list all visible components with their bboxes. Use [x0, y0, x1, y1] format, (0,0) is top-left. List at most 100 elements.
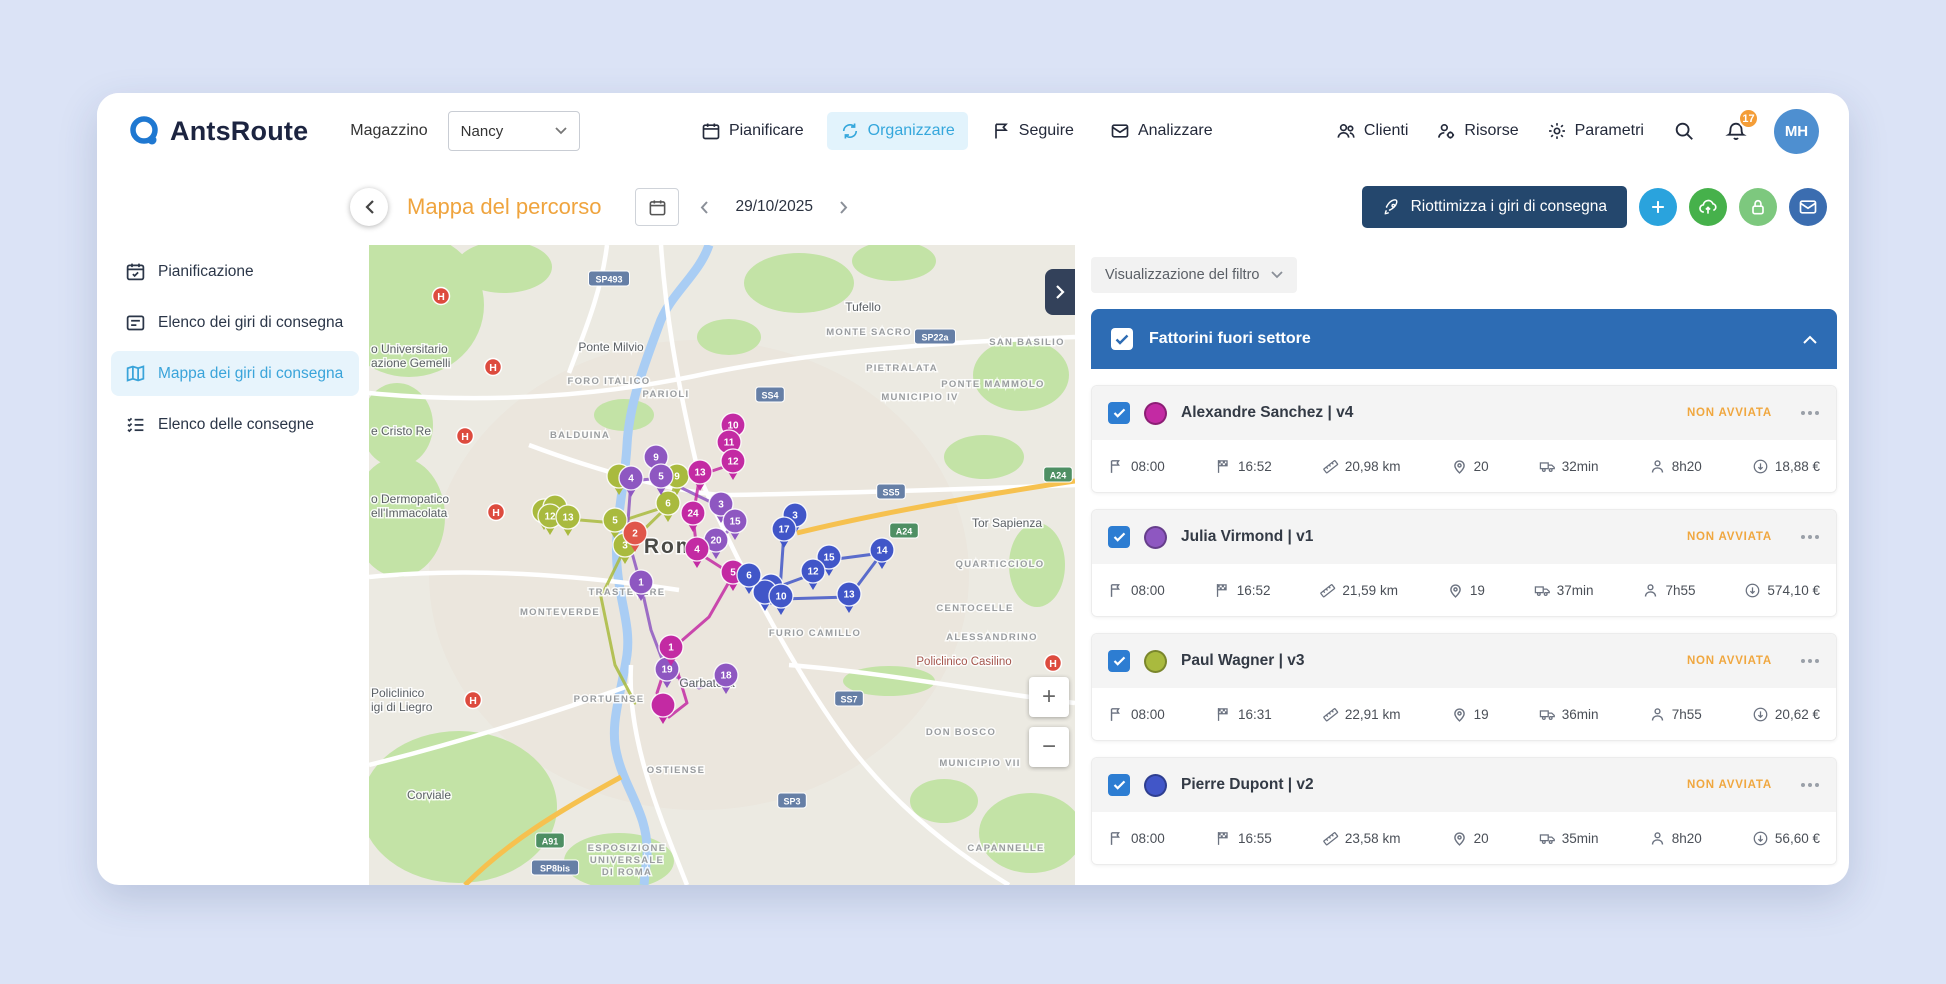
expand-panel-button[interactable]	[1045, 269, 1075, 315]
group-header-fattorini[interactable]: Fattorini fuori settore	[1091, 309, 1837, 369]
driver-color-dot	[1144, 773, 1167, 797]
driver-header-row[interactable]: Paul Wagner | v3 NON AVVIATA	[1092, 634, 1836, 688]
current-date: 29/10/2025	[735, 198, 814, 215]
hospital-marker: H	[1043, 653, 1063, 673]
svg-text:17: 17	[778, 525, 790, 536]
warehouse-select[interactable]: Nancy	[447, 111, 580, 151]
stat-value: 08:00	[1131, 830, 1165, 846]
check-icon	[1113, 532, 1125, 542]
driver-checkbox[interactable]	[1108, 774, 1130, 796]
stat-value: 16:52	[1236, 582, 1271, 598]
map-label: MUNICIPIO IV	[881, 392, 958, 403]
navbar-right: Clienti Risorse Parametri 17 MH	[1334, 108, 1819, 154]
nav-pianificare[interactable]: Pianificare	[688, 112, 817, 150]
map-label: Tor Sapienza	[972, 516, 1042, 530]
group-checkbox[interactable]	[1111, 328, 1133, 350]
mail-button[interactable]	[1789, 188, 1827, 226]
filter-view-dropdown[interactable]: Visualizzazione del filtro	[1091, 257, 1298, 293]
stat-value: 08:00	[1131, 582, 1165, 598]
map-label: FORO ITALICO	[568, 376, 651, 387]
driver-header-row[interactable]: Alexandre Sanchez | v4 NON AVVIATA	[1092, 386, 1836, 440]
driver-header-row[interactable]: Pierre Dupont | v2 NON AVVIATA	[1092, 758, 1836, 812]
more-options-button[interactable]	[1800, 410, 1820, 416]
stat-end-time: 16:52	[1215, 458, 1272, 475]
person-icon	[1651, 459, 1663, 473]
svg-text:SP493: SP493	[595, 275, 622, 285]
hospital-marker: H	[455, 426, 475, 446]
app-logo[interactable]: AntsRoute	[127, 114, 308, 148]
nav-label: Risorse	[1464, 122, 1519, 139]
stat-duration: 8h20	[1649, 458, 1702, 475]
svg-text:H: H	[1049, 658, 1057, 670]
zoom-out-button[interactable]: −	[1029, 727, 1069, 767]
reoptimize-button-label: Riottimizza i giri di consegna	[1410, 198, 1607, 215]
map-label: Policlinico Casilino	[916, 656, 1011, 668]
zoom-in-button[interactable]: +	[1029, 677, 1069, 717]
calendar-check-icon	[126, 263, 145, 281]
nav-clienti[interactable]: Clienti	[1334, 115, 1410, 147]
cost-download-icon	[1753, 707, 1768, 721]
driver-header-row[interactable]: Julia Virmond | v1 NON AVVIATA	[1092, 510, 1836, 564]
map-toolbar: Mappa del percorso 29/10/2025 Riottimizz…	[350, 169, 1849, 245]
more-options-button[interactable]	[1800, 782, 1820, 788]
stat-value: 20,98 km	[1344, 458, 1401, 474]
start-flag-icon	[1110, 583, 1120, 597]
main-navigation: Pianificare Organizzare Seguire Analizza…	[688, 112, 1226, 150]
sidebar-item-elenco-consegne[interactable]: Elenco delle consegne	[111, 402, 359, 447]
stat-value: 16:55	[1237, 830, 1272, 846]
nav-analizzare[interactable]: Analizzare	[1097, 112, 1226, 150]
svg-text:SS7: SS7	[840, 695, 857, 705]
svg-text:A24: A24	[1050, 471, 1067, 481]
collapse-sidebar-button[interactable]	[350, 188, 388, 226]
map-label: CAPANNELLE	[967, 843, 1044, 854]
previous-day-button[interactable]	[689, 192, 719, 222]
svg-text:15: 15	[823, 553, 835, 564]
map-label: DI ROMA	[602, 867, 652, 878]
road-shield: SS5	[876, 483, 906, 500]
check-icon	[1113, 408, 1125, 418]
stat-value: 35min	[1561, 830, 1599, 846]
map-label: azione Gemelli	[371, 356, 450, 370]
driver-checkbox[interactable]	[1108, 526, 1130, 548]
stat-value: 8h20	[1671, 830, 1702, 846]
svg-text:12: 12	[544, 512, 556, 523]
calendar-picker-button[interactable]	[635, 188, 680, 226]
reoptimize-button[interactable]: Riottimizza i giri di consegna	[1361, 186, 1627, 228]
sidebar-item-label: Mappa dei giri di consegna	[158, 364, 344, 382]
user-avatar[interactable]: MH	[1773, 108, 1819, 154]
driver-card: Paul Wagner | v3 NON AVVIATA 08:00 16:31…	[1091, 633, 1837, 741]
sidebar-item-mappa-giri[interactable]: Mappa dei giri di consegna	[111, 351, 359, 396]
hospital-marker: H	[483, 357, 503, 377]
map-label: BALDUINA	[550, 430, 610, 441]
stat-cost: 20,62 €	[1752, 706, 1820, 723]
nav-organizzare[interactable]: Organizzare	[826, 112, 968, 150]
search-button[interactable]	[1670, 117, 1698, 145]
svg-text:12: 12	[807, 567, 819, 578]
lock-button[interactable]	[1739, 188, 1777, 226]
check-icon	[1113, 780, 1125, 790]
chevron-down-icon	[1271, 271, 1284, 279]
next-day-button[interactable]	[829, 192, 859, 222]
add-button[interactable]	[1639, 188, 1677, 226]
chevron-up-icon[interactable]	[1803, 335, 1817, 344]
road-shield: SS4	[755, 386, 785, 403]
nav-risorse[interactable]: Risorse	[1434, 115, 1520, 147]
nav-parametri[interactable]: Parametri	[1545, 115, 1646, 147]
sidebar-item-elenco-giri[interactable]: Elenco dei giri di consegna	[111, 300, 359, 345]
person-icon	[1645, 583, 1657, 597]
driver-checkbox[interactable]	[1108, 650, 1130, 672]
svg-text:19: 19	[661, 665, 673, 676]
more-options-button[interactable]	[1800, 658, 1820, 664]
sidebar-item-pianificazione[interactable]: Pianificazione	[111, 249, 359, 294]
stat-value: 16:31	[1237, 706, 1272, 722]
cloud-upload-button[interactable]	[1689, 188, 1727, 226]
driver-checkbox[interactable]	[1108, 402, 1130, 424]
nav-seguire[interactable]: Seguire	[978, 112, 1087, 150]
route-map[interactable]: Tufello Ponte Milvio o Universitario azione…	[369, 245, 1075, 885]
warehouse-select-value: Nancy	[460, 122, 504, 140]
more-options-button[interactable]	[1800, 534, 1820, 540]
flag-icon	[994, 123, 1008, 139]
notifications-button[interactable]: 17	[1722, 108, 1759, 145]
map-label: QUARTICCIOLO	[956, 559, 1045, 570]
svg-text:6: 6	[665, 499, 671, 510]
